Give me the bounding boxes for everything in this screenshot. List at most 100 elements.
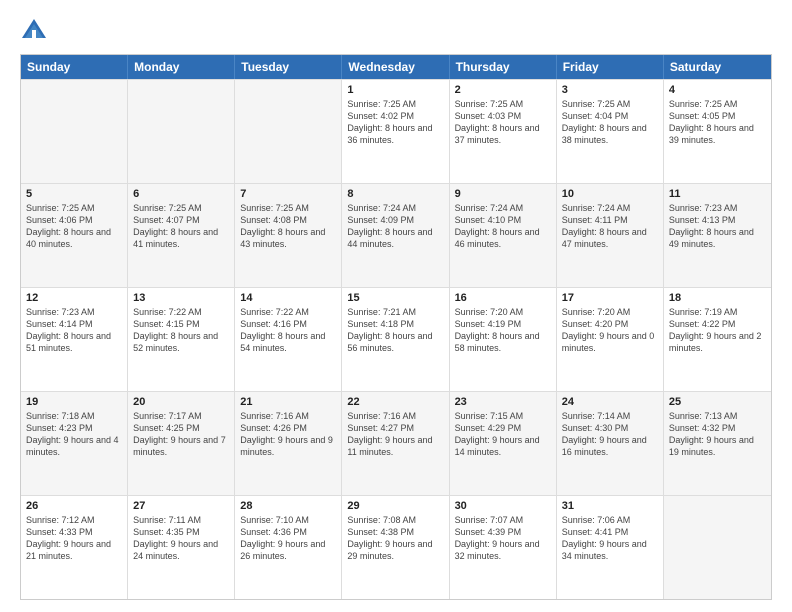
day-number: 27 (133, 500, 229, 512)
cell-info: Sunrise: 7:07 AMSunset: 4:39 PMDaylight:… (455, 514, 551, 563)
day-number: 23 (455, 396, 551, 408)
cell-info: Sunrise: 7:25 AMSunset: 4:05 PMDaylight:… (669, 98, 766, 147)
calendar-header-row: SundayMondayTuesdayWednesdayThursdayFrid… (21, 55, 771, 79)
cell-info: Sunrise: 7:21 AMSunset: 4:18 PMDaylight:… (347, 306, 443, 355)
cell-info: Sunrise: 7:25 AMSunset: 4:07 PMDaylight:… (133, 202, 229, 251)
calendar-cell: 5 Sunrise: 7:25 AMSunset: 4:06 PMDaylight… (21, 184, 128, 287)
cell-info: Sunrise: 7:25 AMSunset: 4:03 PMDaylight:… (455, 98, 551, 147)
cell-info: Sunrise: 7:20 AMSunset: 4:20 PMDaylight:… (562, 306, 658, 355)
day-number: 9 (455, 188, 551, 200)
cell-info: Sunrise: 7:14 AMSunset: 4:30 PMDaylight:… (562, 410, 658, 459)
logo (20, 16, 52, 44)
day-number: 16 (455, 292, 551, 304)
calendar-week-4: 19 Sunrise: 7:18 AMSunset: 4:23 PMDayligh… (21, 391, 771, 495)
calendar-cell: 6Sunrise: 7:25 AMSunset: 4:07 PMDaylight… (128, 184, 235, 287)
day-number: 19 (26, 396, 122, 408)
day-number: 1 (347, 84, 443, 96)
day-number: 5 (26, 188, 122, 200)
calendar-cell: 2 Sunrise: 7:25 AMSunset: 4:03 PMDaylight… (450, 80, 557, 183)
calendar-body: 1 Sunrise: 7:25 AMSunset: 4:02 PMDaylight… (21, 79, 771, 599)
calendar-cell (128, 80, 235, 183)
calendar-cell (664, 496, 771, 599)
cell-info: Sunrise: 7:25 AMSunset: 4:02 PMDaylight:… (347, 98, 443, 147)
cell-info: Sunrise: 7:19 AMSunset: 4:22 PMDaylight:… (669, 306, 766, 355)
calendar-cell: 22 Sunrise: 7:16 AMSunset: 4:27 PMDayligh… (342, 392, 449, 495)
cell-info: Sunrise: 7:23 AMSunset: 4:14 PMDaylight:… (26, 306, 122, 355)
calendar-week-1: 1 Sunrise: 7:25 AMSunset: 4:02 PMDaylight… (21, 79, 771, 183)
calendar-week-2: 5 Sunrise: 7:25 AMSunset: 4:06 PMDaylight… (21, 183, 771, 287)
cell-info: Sunrise: 7:17 AMSunset: 4:25 PMDaylight:… (133, 410, 229, 459)
calendar-cell: 21 Sunrise: 7:16 AMSunset: 4:26 PMDayligh… (235, 392, 342, 495)
day-number: 13 (133, 292, 229, 304)
calendar-week-5: 26Sunrise: 7:12 AMSunset: 4:33 PMDayligh… (21, 495, 771, 599)
day-number: 25 (669, 396, 766, 408)
cell-info: Sunrise: 7:18 AMSunset: 4:23 PMDaylight:… (26, 410, 122, 459)
calendar-cell: 20Sunrise: 7:17 AMSunset: 4:25 PMDayligh… (128, 392, 235, 495)
header-day-tuesday: Tuesday (235, 55, 342, 79)
header-day-thursday: Thursday (450, 55, 557, 79)
cell-info: Sunrise: 7:10 AMSunset: 4:36 PMDaylight:… (240, 514, 336, 563)
day-number: 14 (240, 292, 336, 304)
header-day-sunday: Sunday (21, 55, 128, 79)
cell-info: Sunrise: 7:15 AMSunset: 4:29 PMDaylight:… (455, 410, 551, 459)
calendar-cell: 4Sunrise: 7:25 AMSunset: 4:05 PMDaylight… (664, 80, 771, 183)
cell-info: Sunrise: 7:25 AMSunset: 4:04 PMDaylight:… (562, 98, 658, 147)
calendar-cell: 28 Sunrise: 7:10 AMSunset: 4:36 PMDayligh… (235, 496, 342, 599)
calendar-cell: 13Sunrise: 7:22 AMSunset: 4:15 PMDayligh… (128, 288, 235, 391)
cell-info: Sunrise: 7:25 AMSunset: 4:08 PMDaylight:… (240, 202, 336, 251)
cell-info: Sunrise: 7:08 AMSunset: 4:38 PMDaylight:… (347, 514, 443, 563)
logo-icon (20, 16, 48, 44)
calendar-cell: 17 Sunrise: 7:20 AMSunset: 4:20 PMDayligh… (557, 288, 664, 391)
day-number: 7 (240, 188, 336, 200)
header-day-friday: Friday (557, 55, 664, 79)
calendar-cell: 15Sunrise: 7:21 AMSunset: 4:18 PMDayligh… (342, 288, 449, 391)
cell-info: Sunrise: 7:06 AMSunset: 4:41 PMDaylight:… (562, 514, 658, 563)
calendar-cell: 7 Sunrise: 7:25 AMSunset: 4:08 PMDaylight… (235, 184, 342, 287)
day-number: 21 (240, 396, 336, 408)
day-number: 8 (347, 188, 443, 200)
header-day-wednesday: Wednesday (342, 55, 449, 79)
cell-info: Sunrise: 7:24 AMSunset: 4:11 PMDaylight:… (562, 202, 658, 251)
header-day-saturday: Saturday (664, 55, 771, 79)
cell-info: Sunrise: 7:24 AMSunset: 4:09 PMDaylight:… (347, 202, 443, 251)
cell-info: Sunrise: 7:22 AMSunset: 4:16 PMDaylight:… (240, 306, 336, 355)
calendar-cell: 30 Sunrise: 7:07 AMSunset: 4:39 PMDayligh… (450, 496, 557, 599)
day-number: 10 (562, 188, 658, 200)
header-day-monday: Monday (128, 55, 235, 79)
calendar-cell: 31 Sunrise: 7:06 AMSunset: 4:41 PMDayligh… (557, 496, 664, 599)
calendar-cell: 29Sunrise: 7:08 AMSunset: 4:38 PMDayligh… (342, 496, 449, 599)
day-number: 11 (669, 188, 766, 200)
cell-info: Sunrise: 7:11 AMSunset: 4:35 PMDaylight:… (133, 514, 229, 563)
cell-info: Sunrise: 7:13 AMSunset: 4:32 PMDaylight:… (669, 410, 766, 459)
day-number: 22 (347, 396, 443, 408)
cell-info: Sunrise: 7:23 AMSunset: 4:13 PMDaylight:… (669, 202, 766, 251)
calendar-week-3: 12 Sunrise: 7:23 AMSunset: 4:14 PMDayligh… (21, 287, 771, 391)
day-number: 18 (669, 292, 766, 304)
calendar-cell (21, 80, 128, 183)
calendar-cell: 12 Sunrise: 7:23 AMSunset: 4:14 PMDayligh… (21, 288, 128, 391)
calendar-cell: 26Sunrise: 7:12 AMSunset: 4:33 PMDayligh… (21, 496, 128, 599)
cell-info: Sunrise: 7:16 AMSunset: 4:26 PMDaylight:… (240, 410, 336, 459)
calendar-cell: 3Sunrise: 7:25 AMSunset: 4:04 PMDaylight… (557, 80, 664, 183)
calendar-cell: 23 Sunrise: 7:15 AMSunset: 4:29 PMDayligh… (450, 392, 557, 495)
cell-info: Sunrise: 7:16 AMSunset: 4:27 PMDaylight:… (347, 410, 443, 459)
calendar-cell: 1 Sunrise: 7:25 AMSunset: 4:02 PMDaylight… (342, 80, 449, 183)
day-number: 30 (455, 500, 551, 512)
calendar: SundayMondayTuesdayWednesdayThursdayFrid… (20, 54, 772, 600)
cell-info: Sunrise: 7:20 AMSunset: 4:19 PMDaylight:… (455, 306, 551, 355)
calendar-cell: 8 Sunrise: 7:24 AMSunset: 4:09 PMDaylight… (342, 184, 449, 287)
day-number: 31 (562, 500, 658, 512)
cell-info: Sunrise: 7:25 AMSunset: 4:06 PMDaylight:… (26, 202, 122, 251)
calendar-cell: 24Sunrise: 7:14 AMSunset: 4:30 PMDayligh… (557, 392, 664, 495)
calendar-cell: 9Sunrise: 7:24 AMSunset: 4:10 PMDaylight… (450, 184, 557, 287)
day-number: 28 (240, 500, 336, 512)
day-number: 17 (562, 292, 658, 304)
calendar-cell: 10 Sunrise: 7:24 AMSunset: 4:11 PMDayligh… (557, 184, 664, 287)
day-number: 2 (455, 84, 551, 96)
calendar-cell: 19 Sunrise: 7:18 AMSunset: 4:23 PMDayligh… (21, 392, 128, 495)
day-number: 12 (26, 292, 122, 304)
calendar-cell: 14 Sunrise: 7:22 AMSunset: 4:16 PMDayligh… (235, 288, 342, 391)
header (20, 16, 772, 44)
calendar-cell: 27 Sunrise: 7:11 AMSunset: 4:35 PMDayligh… (128, 496, 235, 599)
day-number: 26 (26, 500, 122, 512)
